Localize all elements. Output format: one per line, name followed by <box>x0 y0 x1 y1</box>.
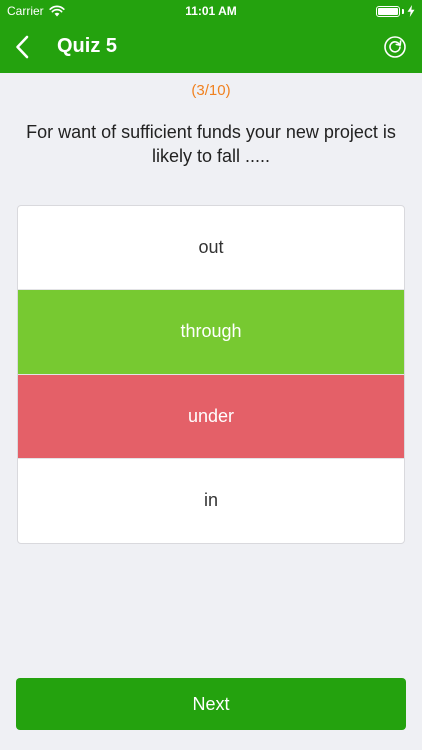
charging-bolt-icon <box>407 5 415 17</box>
option-through[interactable]: through <box>18 290 404 375</box>
battery-icon <box>376 5 400 17</box>
battery-tip <box>402 8 404 14</box>
refresh-icon <box>384 36 406 58</box>
status-bar: Carrier 11:01 AM <box>0 0 422 22</box>
page-title: Quiz 5 <box>57 35 118 57</box>
app-header: Carrier 11:01 AM Quiz 5 <box>0 0 422 73</box>
option-out[interactable]: out <box>18 206 404 291</box>
option-in[interactable]: in <box>18 459 404 543</box>
next-button[interactable]: Next <box>16 678 406 730</box>
navigation-bar: Quiz 5 <box>0 22 422 73</box>
reset-quiz-button[interactable] <box>382 34 408 60</box>
status-time: 11:01 AM <box>185 4 237 18</box>
back-button[interactable] <box>8 31 36 63</box>
battery-fill <box>378 7 398 15</box>
option-under[interactable]: under <box>18 374 404 459</box>
battery-indicator <box>376 5 415 17</box>
question-progress: (3/10) <box>191 82 231 99</box>
question-text: For want of sufficient funds your new pr… <box>26 122 396 166</box>
answer-options: out through under in <box>17 205 405 544</box>
chevron-left-icon <box>16 35 29 59</box>
